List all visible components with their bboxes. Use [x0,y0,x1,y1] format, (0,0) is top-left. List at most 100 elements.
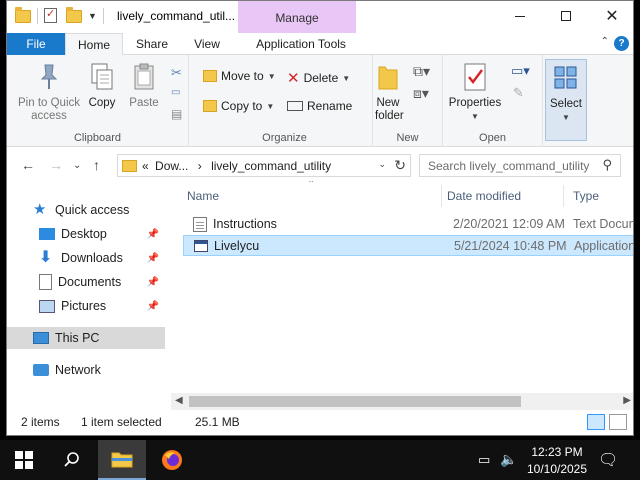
address-dropdown-icon[interactable]: ⌄ [378,159,386,170]
nav-this-pc[interactable]: This PC [7,327,165,349]
file-row[interactable]: Livelycu 5/21/2024 10:48 PM Application [183,235,633,256]
help-icon[interactable]: ? [614,36,629,51]
notifications-icon[interactable]: 🗨 [598,450,618,480]
properties-button[interactable]: Properties ▼ [447,61,503,123]
paste-shortcut-icon[interactable]: ▤ [171,107,182,121]
nav-desktop[interactable]: Desktop 📌 [7,223,165,245]
search-input[interactable]: Search lively_command_utility ⚲ [419,154,621,177]
copy-to-button[interactable]: Copy to ▼ [203,99,274,113]
search-placeholder: Search lively_command_utility [428,159,590,173]
rename-button[interactable]: Rename [287,99,352,113]
select-button[interactable]: Select ▼ [545,59,587,141]
maximize-button[interactable] [543,1,589,31]
cut-icon[interactable]: ✂ [171,65,182,81]
star-icon: ★ [33,201,47,218]
start-button[interactable] [0,440,48,480]
nav-quick-access[interactable]: ★ Quick access [7,199,165,221]
clock[interactable]: 12:23 PM 10/10/2025 [522,444,592,478]
expand-ribbon-icon[interactable]: ⌃ [601,36,609,47]
search-button[interactable] [48,440,96,480]
pin-to-quick-access-button[interactable]: Pin to Quick access [13,61,85,123]
file-explorer-icon [111,452,133,468]
copy-button[interactable]: Copy [85,61,119,110]
customize-toolbar-chevron-icon[interactable]: ▼ [88,11,97,21]
close-button[interactable]: ✕ [589,1,633,31]
network-icon [33,364,49,376]
move-to-button[interactable]: Move to ▼ [203,69,276,83]
column-header-name[interactable]: Name [187,189,219,203]
recent-locations-chevron-icon[interactable]: ⌄ [73,160,81,171]
documents-icon [39,274,52,290]
tab-home[interactable]: Home [65,33,123,56]
file-explorer-window: ▼ lively_command_util... Manage ✕ File H… [6,0,634,436]
new-group: New folder ⧉▾ ⧈▾ New [373,55,443,147]
pin-icon[interactable]: 📌 [147,229,159,240]
divider [37,8,38,24]
new-group-label: New [396,132,419,144]
search-icon [64,452,79,467]
tab-share[interactable]: Share [127,33,177,55]
column-divider[interactable] [563,185,564,207]
horizontal-scrollbar[interactable]: ◀ ▶ [171,393,633,410]
network-tray-icon[interactable]: ▭ [478,452,490,480]
scroll-right-icon[interactable]: ▶ [623,395,631,406]
nav-this-pc-label: This PC [55,331,100,345]
clipboard-group-label: Clipboard [73,132,122,144]
large-icons-view-icon[interactable] [609,414,627,430]
organize-group-label: Organize [262,132,307,144]
copy-path-icon[interactable]: ▭ [171,87,180,98]
forward-arrow-icon[interactable]: → [49,157,63,173]
properties-icon[interactable] [44,7,60,24]
volume-muted-icon[interactable]: 🔈 [500,451,517,480]
column-header-type[interactable]: Type [573,189,599,203]
folder-icon [203,70,217,82]
selection-size: 25.1 MB [195,415,240,429]
column-divider[interactable] [441,185,442,207]
clock-time: 12:23 PM [531,445,583,459]
nav-downloads[interactable]: ⬇ Downloads 📌 [7,247,165,269]
column-header-date[interactable]: Date modified [447,189,521,203]
new-item-icon[interactable]: ⧉▾ [413,63,430,80]
taskbar-file-explorer[interactable] [98,440,146,480]
open-icon[interactable]: ▭▾ [511,63,530,79]
new-folder-button[interactable]: New folder [375,61,404,123]
rename-icon [287,101,303,111]
minimize-icon [515,15,525,17]
refresh-icon[interactable]: ↻ [394,157,406,174]
nav-documents[interactable]: Documents 📌 [7,271,165,293]
edit-icon[interactable]: ✎ [513,85,524,101]
nav-network[interactable]: Network [7,359,165,381]
minimize-button[interactable] [497,1,543,31]
scrollbar-thumb[interactable] [189,396,521,407]
title-bar: ▼ lively_command_util... Manage ✕ [7,1,633,33]
easy-access-icon[interactable]: ⧈▾ [413,85,429,102]
scroll-left-icon[interactable]: ◀ [175,395,183,406]
breadcrumb-separator[interactable]: › [198,159,202,173]
folder-icon [203,100,217,112]
delete-button[interactable]: ✕ Delete ▼ [287,69,350,87]
nav-pictures[interactable]: Pictures 📌 [7,295,165,317]
breadcrumb-downloads[interactable]: Dow... [155,159,188,173]
text-document-icon [193,217,207,232]
tab-file[interactable]: File [7,33,65,55]
up-arrow-icon[interactable]: ↑ [93,157,100,173]
item-count: 2 items [21,415,60,429]
breadcrumb-overflow[interactable]: « [142,159,149,173]
pin-icon[interactable]: 📌 [147,277,159,288]
tab-view[interactable]: View [183,33,231,55]
rename-label: Rename [307,99,353,113]
window-controls: ✕ [497,1,633,31]
file-row[interactable]: Instructions 2/20/2021 12:09 AM Text Doc… [183,214,633,235]
pin-icon[interactable]: 📌 [147,301,159,312]
address-bar[interactable]: « Dow... › lively_command_utility ⌄ ↻ [117,154,411,177]
tab-application-tools[interactable]: Application Tools [243,33,359,55]
breadcrumb-current[interactable]: lively_command_utility [211,159,331,173]
taskbar-firefox[interactable] [148,440,196,480]
back-arrow-icon[interactable]: ← [21,157,35,173]
tab-manage[interactable]: Manage [238,1,356,33]
details-view-icon[interactable] [587,414,605,430]
pin-icon[interactable]: 📌 [147,253,159,264]
paste-button[interactable]: Paste [125,61,163,110]
new-folder-icon[interactable] [66,7,82,24]
navigation-bar: ← → ⌄ ↑ « Dow... › lively_command_utilit… [7,151,633,181]
